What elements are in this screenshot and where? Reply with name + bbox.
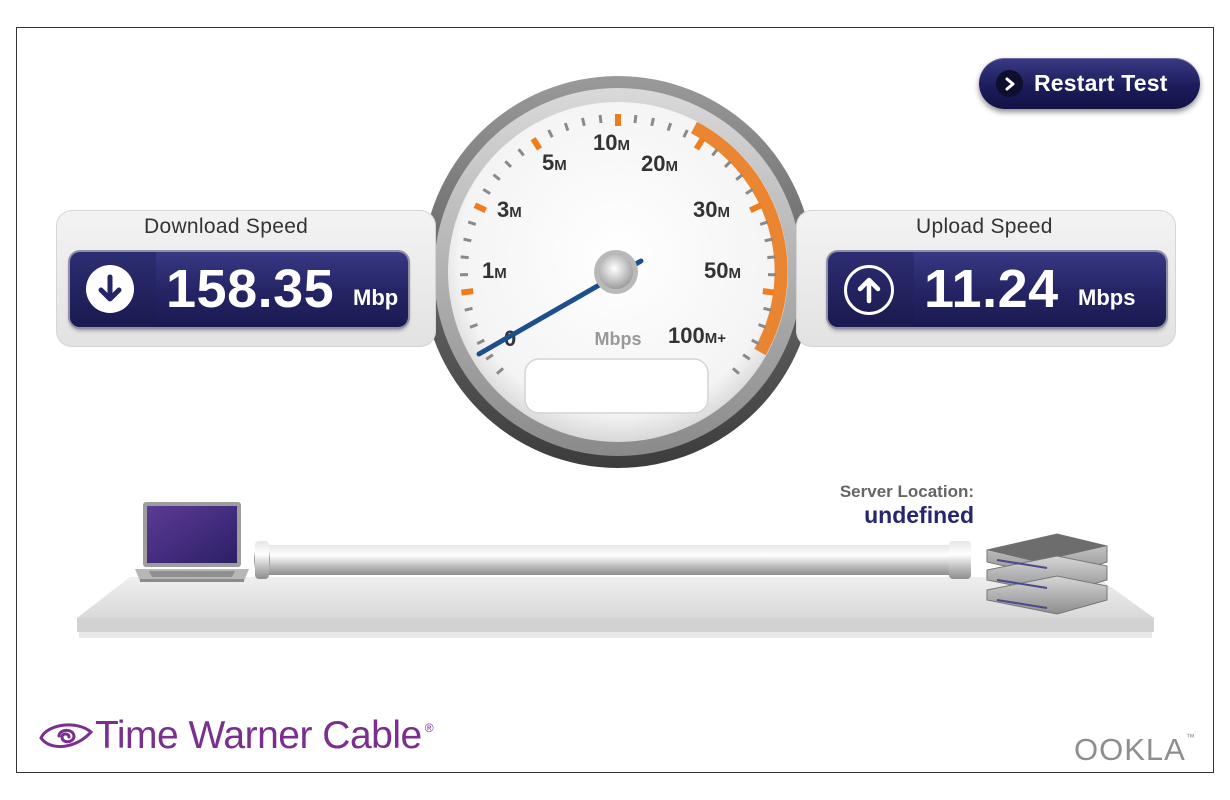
arrow-down-icon xyxy=(86,265,134,313)
gauge-minor-tick xyxy=(650,117,655,127)
gauge-unit-label: Mbps xyxy=(595,329,642,349)
download-title: Download Speed xyxy=(144,215,309,238)
brand-logo: Time Warner Cable ® xyxy=(37,714,434,758)
gauge-minor-tick xyxy=(598,114,603,124)
speedtest-frame: 0 1M 3M 5M 10M 20M 30M 50M 100M+ Mbps xyxy=(16,27,1214,773)
arrow-up-icon xyxy=(844,265,894,315)
upload-panel: Upload Speed 11.24 Mbps xyxy=(796,210,1176,347)
gauge-display xyxy=(524,358,709,414)
restart-test-label: Restart Test xyxy=(1034,70,1168,96)
gauge-major-tick xyxy=(461,288,474,296)
ookla-trademark: ™ xyxy=(1185,732,1196,742)
server-location-label: Server Location: xyxy=(839,482,974,501)
download-readout: 158.35 Mbp xyxy=(70,252,408,327)
gauge-minor-tick xyxy=(581,117,586,127)
gauge-major-tick xyxy=(762,288,775,296)
tw-eye-logo-icon xyxy=(39,723,94,749)
upload-readout: 11.24 Mbps xyxy=(828,252,1166,327)
gauge-minor-tick xyxy=(463,237,472,243)
server-stack-icon xyxy=(986,533,1108,615)
restart-test-button[interactable]: Restart Test xyxy=(979,58,1200,109)
upload-unit: Mbps xyxy=(1078,285,1136,310)
gauge-minor-tick xyxy=(764,237,773,243)
server-location-value: undefined xyxy=(864,502,974,528)
download-panel: Download Speed 158.35 Mbp xyxy=(56,210,436,347)
gauge-minor-tick xyxy=(767,255,776,260)
gauge-minor-tick xyxy=(633,114,638,124)
upload-title: Upload Speed xyxy=(916,215,1053,238)
brand-registered-mark: ® xyxy=(424,721,434,735)
download-value: 158.35 xyxy=(166,259,335,319)
gauge-hub xyxy=(599,255,633,289)
upload-value: 11.24 xyxy=(924,259,1059,319)
gauge-minor-tick xyxy=(460,255,469,260)
ookla-logo: OOKLA™ xyxy=(1074,732,1196,768)
laptop-icon xyxy=(135,502,249,582)
connection-pipe xyxy=(262,545,962,575)
gauge-minor-tick xyxy=(464,306,473,312)
ookla-logo-text: OOKLA xyxy=(1074,732,1186,767)
download-unit: Mbp xyxy=(353,285,399,310)
brand-name: Time Warner Cable xyxy=(95,714,422,757)
speed-gauge: 0 1M 3M 5M 10M 20M 30M 50M 100M+ Mbps xyxy=(77,76,1154,638)
chevron-right-icon xyxy=(996,70,1023,97)
gauge-minor-tick xyxy=(763,306,772,312)
shelf-edge xyxy=(77,618,1154,632)
